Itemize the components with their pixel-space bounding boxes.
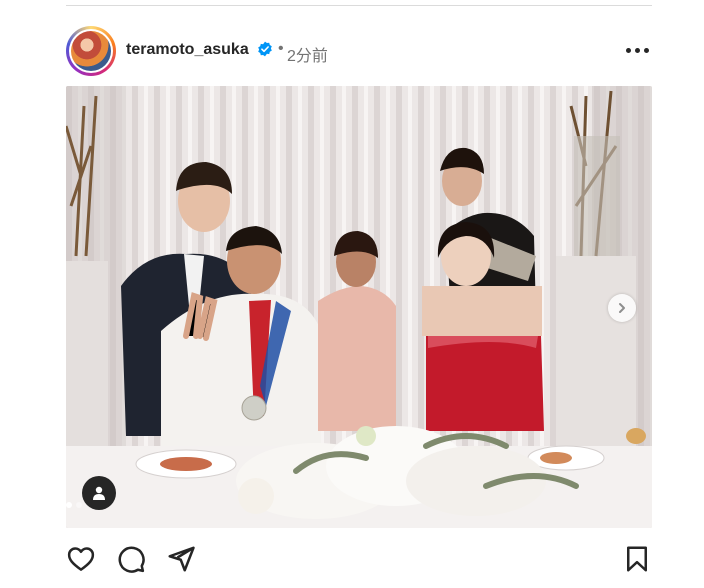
top-divider — [66, 5, 652, 6]
chevron-right-icon — [619, 303, 625, 313]
username-link[interactable]: teramoto_asuka — [126, 41, 249, 59]
post-header: teramoto_asuka • 2分前 — [66, 26, 652, 76]
avatar-image — [71, 31, 111, 71]
carousel-dot-active — [66, 502, 72, 508]
post-photo[interactable] — [66, 86, 652, 528]
more-horizontal-icon[interactable] — [626, 48, 650, 56]
carousel-dots — [66, 502, 82, 508]
carousel-indicator — [66, 502, 652, 508]
verified-badge-icon — [258, 41, 272, 57]
photo-illustration — [66, 86, 652, 528]
bookmark-icon[interactable] — [622, 544, 652, 574]
comment-icon[interactable] — [116, 544, 146, 574]
avatar[interactable] — [66, 26, 116, 76]
heart-icon[interactable] — [66, 544, 96, 574]
user-tag-icon — [93, 486, 105, 500]
next-image-button[interactable] — [608, 294, 636, 322]
separator-dot: • — [278, 40, 284, 57]
carousel-dot — [76, 502, 82, 508]
paper-plane-icon[interactable] — [166, 544, 196, 574]
post-actions — [66, 542, 652, 576]
post-time[interactable]: 2分前 — [287, 42, 328, 66]
avatar-frame — [69, 29, 113, 73]
